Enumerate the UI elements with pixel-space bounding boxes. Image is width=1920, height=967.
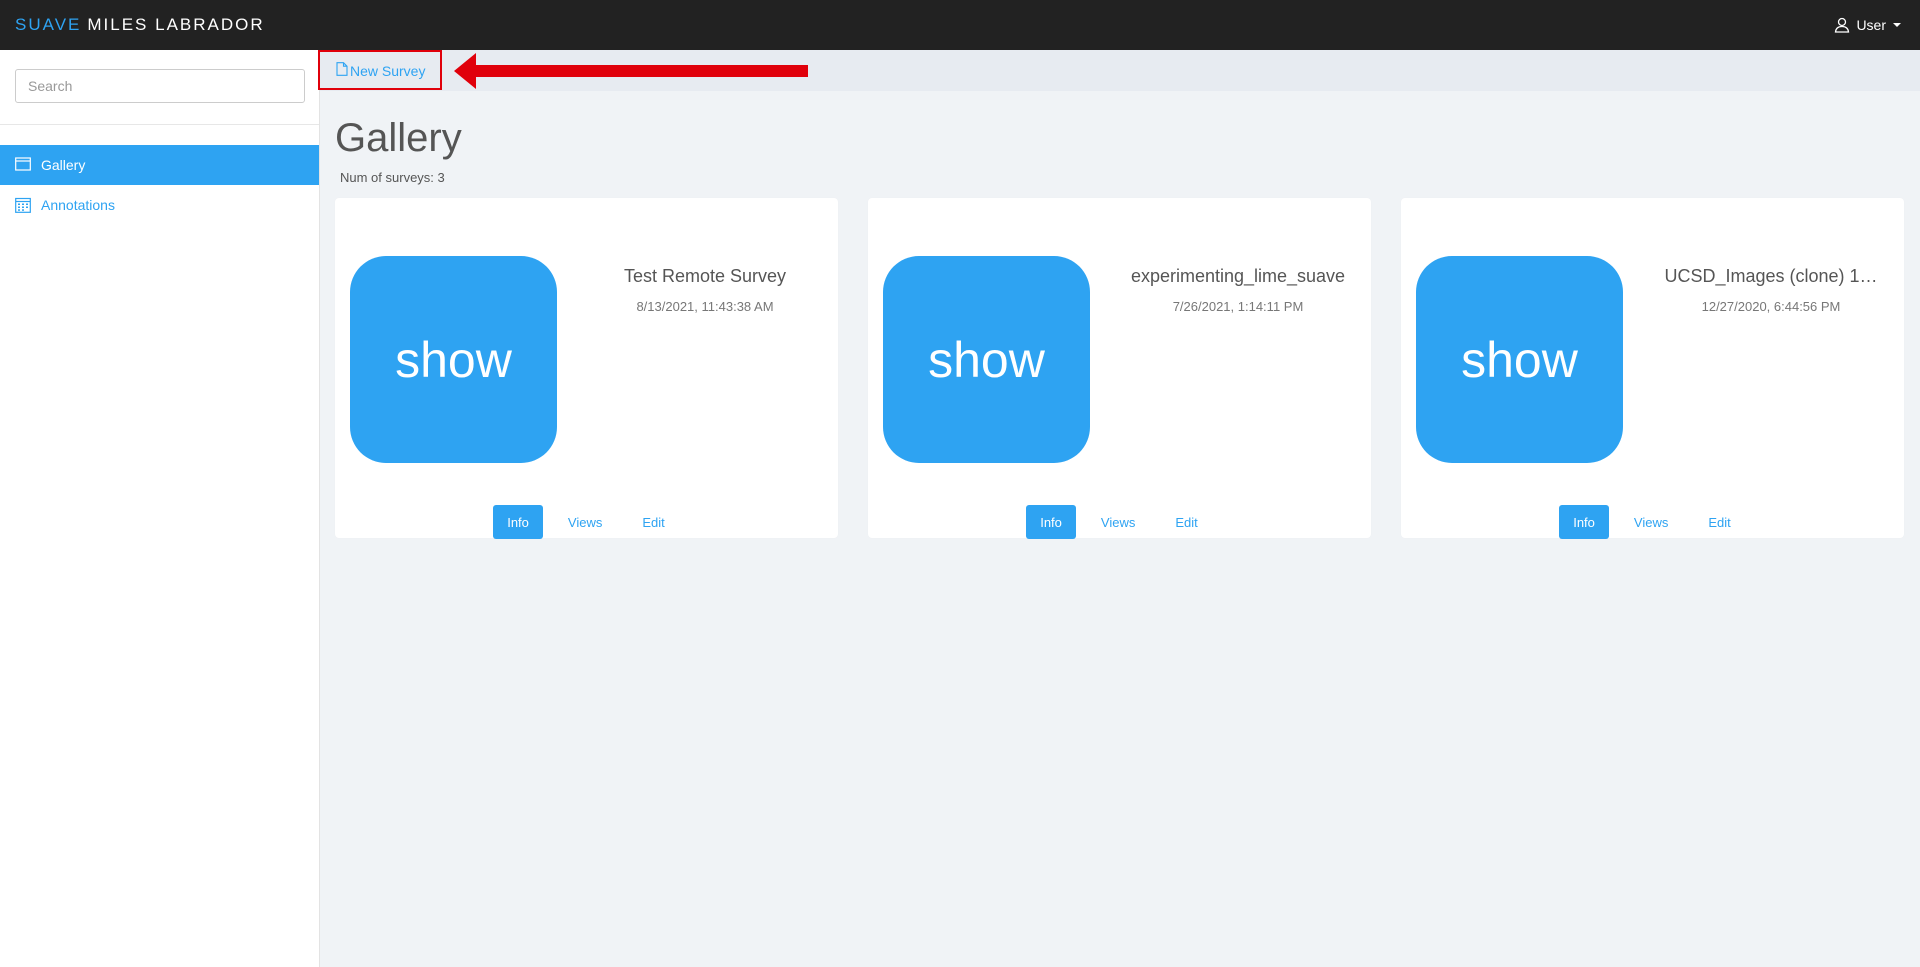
survey-card: show experimenting_lime_suave 7/26/2021,… <box>868 198 1371 539</box>
gallery-icon <box>15 157 31 173</box>
views-button[interactable]: Views <box>1086 505 1150 539</box>
info-button[interactable]: Info <box>493 505 543 539</box>
survey-thumbnail[interactable]: show <box>350 256 557 463</box>
info-button[interactable]: Info <box>1026 505 1076 539</box>
page-title: Gallery <box>335 116 462 160</box>
survey-title: UCSD_Images (clone) 1… <box>1664 266 1878 286</box>
sidebar-item-label: Annotations <box>41 197 115 213</box>
survey-card: show UCSD_Images (clone) 1… 12/27/2020, … <box>1401 198 1904 539</box>
survey-thumbnail[interactable]: show <box>1416 256 1623 463</box>
sidebar-item-annotations[interactable]: Annotations <box>0 185 319 225</box>
red-arrow-icon <box>454 53 808 89</box>
survey-title: experimenting_lime_suave <box>1130 266 1346 286</box>
edit-button[interactable]: Edit <box>627 505 679 539</box>
search-container <box>0 50 319 125</box>
caret-down-icon <box>1893 23 1901 27</box>
search-input[interactable] <box>15 69 305 103</box>
card-actions: Info Views Edit <box>1401 505 1904 539</box>
edit-button[interactable]: Edit <box>1160 505 1212 539</box>
brand-name: MILES LABRADOR <box>87 15 265 34</box>
calendar-icon <box>15 197 31 213</box>
info-button[interactable]: Info <box>1559 505 1609 539</box>
brand-suave: SUAVE <box>15 15 82 34</box>
main-content: Gallery Num of surveys: 3 show Test Remo… <box>320 91 1920 967</box>
survey-card: show Test Remote Survey 8/13/2021, 11:43… <box>335 198 838 539</box>
card-actions: Info Views Edit <box>868 505 1371 539</box>
sidebar-nav: Gallery Annotations <box>0 145 319 225</box>
sidebar-item-gallery[interactable]: Gallery <box>0 145 319 185</box>
sidebar: Gallery Annotations <box>0 50 320 967</box>
card-info: Test Remote Survey 8/13/2021, 11:43:38 A… <box>585 266 825 314</box>
survey-date: 8/13/2021, 11:43:38 AM <box>636 299 774 314</box>
user-label: User <box>1856 17 1886 33</box>
survey-cards: show Test Remote Survey 8/13/2021, 11:43… <box>335 198 1904 539</box>
survey-date: 12/27/2020, 6:44:56 PM <box>1701 299 1841 314</box>
top-navbar: SUAVE MILES LABRADOR User <box>0 0 1920 50</box>
survey-thumbnail[interactable]: show <box>883 256 1090 463</box>
sidebar-item-label: Gallery <box>41 157 86 173</box>
card-info: experimenting_lime_suave 7/26/2021, 1:14… <box>1118 266 1358 314</box>
user-icon <box>1834 17 1850 33</box>
views-button[interactable]: Views <box>553 505 617 539</box>
user-menu[interactable]: User <box>1834 17 1905 33</box>
card-actions: Info Views Edit <box>335 505 838 539</box>
views-button[interactable]: Views <box>1619 505 1683 539</box>
edit-button[interactable]: Edit <box>1693 505 1745 539</box>
highlight-box <box>318 50 442 90</box>
brand-logo[interactable]: SUAVE MILES LABRADOR <box>15 15 265 35</box>
survey-date: 7/26/2021, 1:14:11 PM <box>1172 299 1304 314</box>
survey-count: Num of surveys: 3 <box>340 170 445 185</box>
card-info: UCSD_Images (clone) 1… 12/27/2020, 6:44:… <box>1651 266 1891 314</box>
survey-title: Test Remote Survey <box>623 266 787 286</box>
